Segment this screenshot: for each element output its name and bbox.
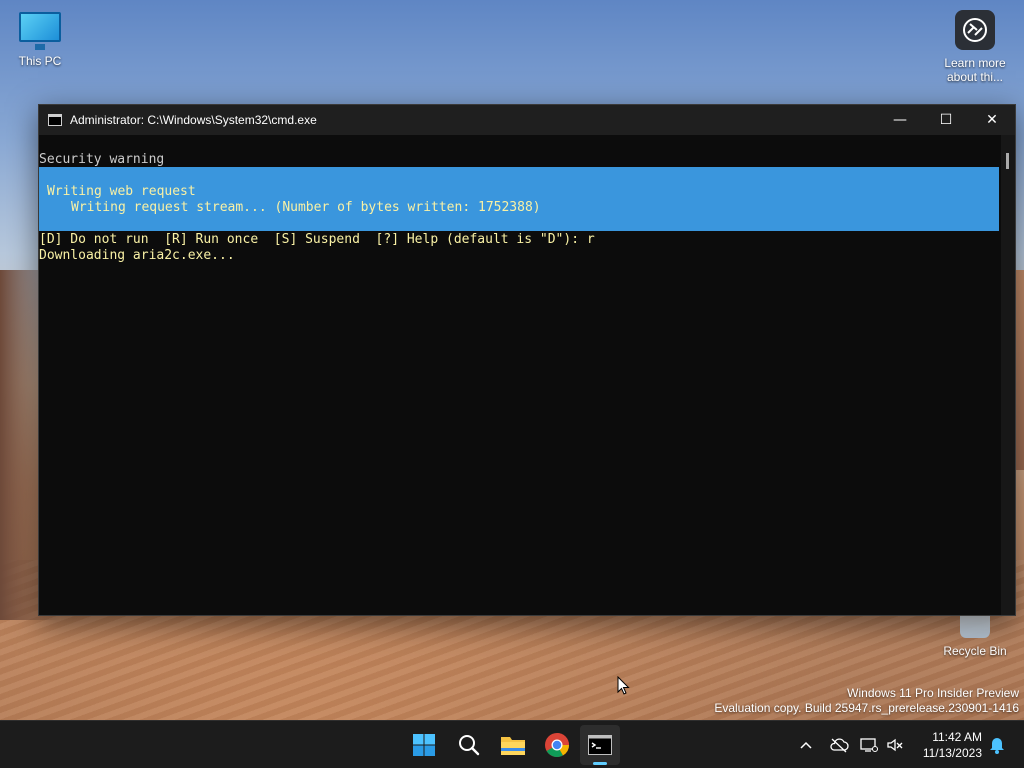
- terminal-button[interactable]: [580, 725, 620, 765]
- windows-logo-icon: [413, 734, 435, 756]
- chrome-button[interactable]: [537, 725, 577, 765]
- volume-button[interactable]: [884, 721, 906, 768]
- close-button[interactable]: ✕: [969, 105, 1015, 135]
- clock-date: 11/13/2023: [922, 746, 982, 760]
- console-line-warning: Security warning: [39, 152, 165, 167]
- terminal-icon: [588, 735, 612, 755]
- network-button[interactable]: [858, 721, 880, 768]
- minimize-button[interactable]: —: [877, 105, 923, 135]
- console-line-download: Downloading aria2c.exe...: [39, 248, 235, 263]
- scrollbar-thumb[interactable]: [1006, 153, 1009, 169]
- search-icon: [459, 735, 480, 756]
- maximize-button[interactable]: ☐: [923, 105, 969, 135]
- taskbar-clock[interactable]: 11:42 AM 11/13/2023: [912, 729, 982, 761]
- cloud-offline-icon: [830, 738, 849, 753]
- desktop-icon-learn-more[interactable]: Learn more about thi...: [935, 10, 1015, 84]
- search-button[interactable]: [449, 725, 489, 765]
- window-title: Administrator: C:\Windows\System32\cmd.e…: [70, 113, 317, 127]
- onedrive-button[interactable]: [826, 721, 852, 768]
- console-output[interactable]: Security warning Writing web request Wri…: [39, 135, 999, 615]
- desktop-icon-label: Recycle Bin: [943, 644, 1007, 658]
- speaker-muted-icon: [887, 738, 903, 752]
- windows-watermark: Windows 11 Pro Insider Preview Evaluatio…: [714, 686, 1019, 716]
- monitor-icon: [19, 12, 61, 50]
- desktop-icon-label: Learn more about thi...: [944, 56, 1006, 84]
- console-line-prompt: [D] Do not run [R] Run once [S] Suspend …: [39, 232, 595, 247]
- desktop-icon-recycle-bin[interactable]: Recycle Bin: [935, 610, 1015, 658]
- bell-icon: [990, 738, 1004, 754]
- desktop-icon-this-pc[interactable]: This PC: [0, 10, 80, 68]
- start-button[interactable]: [404, 725, 444, 765]
- console-scrollbar[interactable]: [1001, 135, 1015, 615]
- network-icon: [860, 738, 878, 752]
- mouse-cursor-icon: [617, 676, 630, 695]
- folder-icon: [501, 737, 525, 755]
- watermark-line-1: Windows 11 Pro Insider Preview: [847, 686, 1019, 700]
- cmd-window[interactable]: Administrator: C:\Windows\System32\cmd.e…: [38, 104, 1016, 616]
- notifications-button[interactable]: [986, 721, 1008, 768]
- console-line-progress-detail: Writing request stream... (Number of byt…: [71, 200, 541, 215]
- chevron-up-icon: [800, 741, 812, 749]
- camera-lens-icon: [955, 10, 995, 50]
- chrome-icon: [545, 733, 569, 758]
- file-explorer-button[interactable]: [493, 725, 533, 765]
- window-titlebar[interactable]: Administrator: C:\Windows\System32\cmd.e…: [39, 105, 1015, 135]
- cmd-icon: [48, 114, 62, 126]
- console-line-progress-title: Writing web request: [47, 184, 196, 199]
- show-hidden-icons-button[interactable]: [795, 721, 817, 768]
- desktop-icon-label: This PC: [18, 54, 62, 68]
- clock-time: 11:42 AM: [932, 730, 982, 744]
- watermark-line-2: Evaluation copy. Build 25947.rs_prerelea…: [714, 701, 1019, 715]
- taskbar: 11:42 AM 11/13/2023: [0, 720, 1024, 768]
